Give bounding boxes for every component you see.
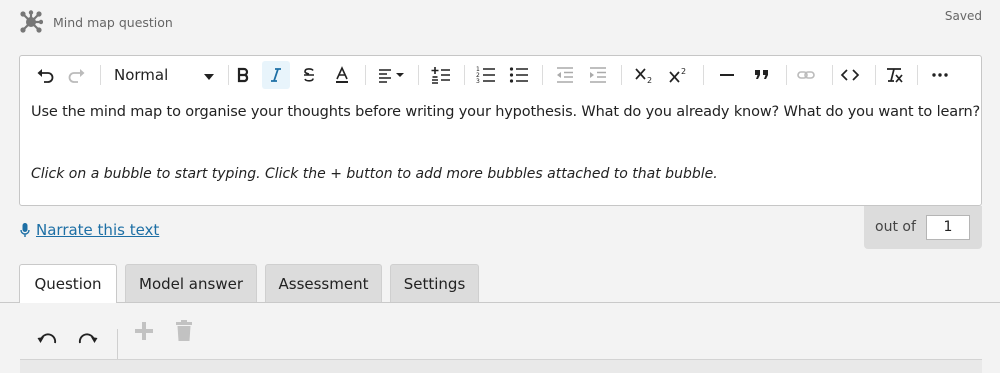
redo-icon[interactable] [64,61,90,89]
editor-toolbar: Normal 123 2 2 [20,56,981,94]
toolbar-divider [917,65,918,85]
question-paragraph: Use the mind map to organise your though… [31,104,981,120]
narrate-label: Narrate this text [36,221,160,239]
redo-icon[interactable] [75,327,101,355]
toolbar-divider [832,65,833,85]
clear-format-icon[interactable] [879,61,909,89]
tab-model-answer[interactable]: Model answer [125,264,257,302]
toolbar-divider [621,65,622,85]
delete-icon[interactable] [172,317,196,345]
score-box: out of 1 [864,206,982,249]
toolbar-divider [365,65,366,85]
toolbar-divider [418,65,419,85]
max-score-input[interactable]: 1 [926,215,970,240]
link-icon[interactable] [791,61,821,89]
narrate-link[interactable]: Narrate this text [20,221,159,239]
blockquote-icon[interactable] [747,61,777,89]
subscript-icon[interactable]: 2 [630,61,660,89]
score-label: out of [875,219,916,235]
toolbar-divider [786,65,787,85]
instruction-hint: Click on a bubble to start typing. Click… [31,166,718,182]
toolbar-divider [703,65,704,85]
chevron-down-icon [204,74,214,80]
paragraph-format-select[interactable]: Normal [108,61,214,89]
toolbar-divider [542,65,543,85]
mindmap-icon [19,10,44,34]
mindmap-canvas[interactable] [20,360,982,373]
svg-text:2: 2 [647,76,652,84]
horizontal-rule-icon[interactable] [712,61,742,89]
tab-assessment[interactable]: Assessment [265,264,382,302]
undo-icon[interactable] [34,327,60,355]
format-select-value: Normal [114,66,169,84]
microphone-icon [20,223,30,237]
line-height-icon[interactable] [427,61,455,89]
tab-label: Question [34,275,102,293]
rich-text-editor[interactable]: Normal 123 2 2 Use the mind map to organ… [19,55,982,206]
text-color-icon[interactable] [329,61,355,89]
editor-content[interactable]: Use the mind map to organise your though… [31,102,981,184]
add-icon[interactable] [131,317,157,345]
code-icon[interactable] [835,61,865,89]
mindmap-panel [0,303,1000,373]
more-icon[interactable] [925,61,955,89]
tab-settings[interactable]: Settings [390,264,479,302]
tab-label: Model answer [139,274,243,293]
svg-text:3: 3 [476,78,480,84]
italic-icon[interactable] [262,61,290,89]
toolbar-divider [117,329,118,361]
bold-icon[interactable] [230,61,256,89]
tab-question[interactable]: Question [19,264,117,303]
svg-text:2: 2 [681,67,686,76]
bulleted-list-icon[interactable] [505,61,533,89]
tab-label: Settings [403,274,466,293]
align-icon[interactable] [375,61,409,89]
superscript-icon[interactable]: 2 [664,61,694,89]
toolbar-divider [100,65,101,85]
save-status: Saved [944,9,982,23]
question-header: Mind map question Saved [0,0,1000,48]
indent-icon[interactable] [584,61,612,89]
numbered-list-icon[interactable]: 123 [472,61,500,89]
tab-label: Assessment [278,274,369,293]
strikethrough-icon[interactable] [296,61,322,89]
question-type-title: Mind map question [53,15,173,30]
toolbar-divider [875,65,876,85]
undo-icon[interactable] [32,61,58,89]
toolbar-divider [464,65,465,85]
outdent-icon[interactable] [551,61,579,89]
toolbar-divider [228,65,229,85]
